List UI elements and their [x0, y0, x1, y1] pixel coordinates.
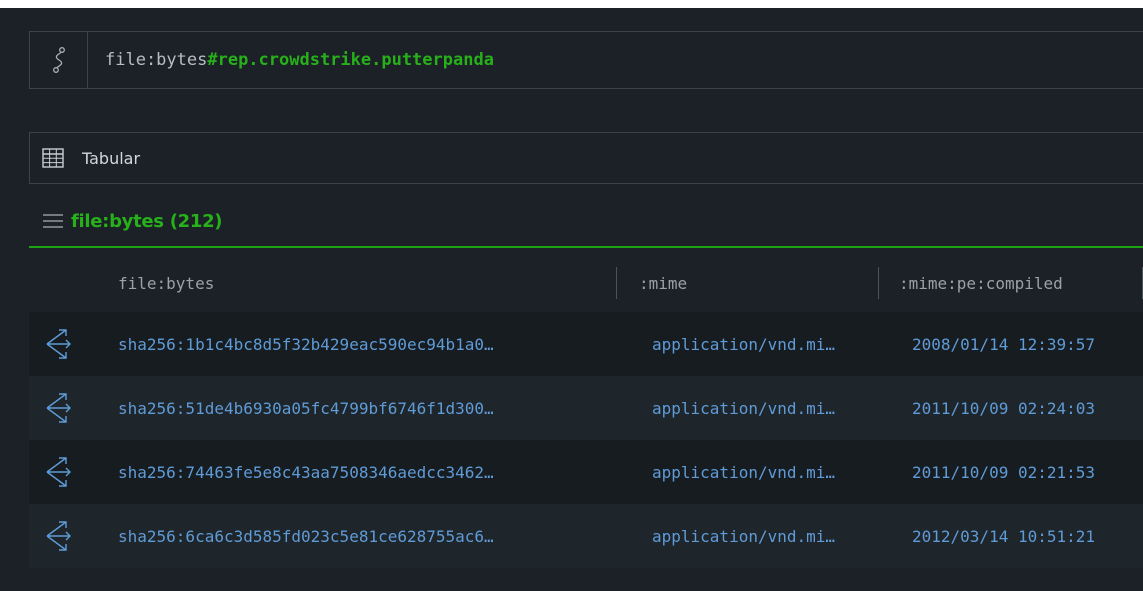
explore-icon	[46, 329, 71, 359]
results-table: file:bytes :mime :mime:pe:compiled sha25…	[29, 254, 1143, 568]
cell-compiled[interactable]: 2011/10/09 02:24:03	[887, 399, 1143, 418]
result-header: file:bytes (212)	[29, 196, 1143, 248]
table-icon	[42, 148, 64, 168]
cell-mime[interactable]: application/vnd.mi…	[625, 399, 887, 418]
cell-file-bytes[interactable]: sha256:51de4b6930a05fc4799bf6746f1d300…	[89, 399, 625, 418]
cell-file-bytes[interactable]: sha256:1b1c4bc8d5f32b429eac590ec94b1a0…	[89, 335, 625, 354]
explore-node-button[interactable]	[29, 327, 89, 361]
column-label: :mime:pe:compiled	[899, 273, 1063, 293]
column-resize-handle[interactable]	[616, 267, 617, 299]
cell-compiled[interactable]: 2008/01/14 12:39:57	[887, 335, 1143, 354]
explore-icon	[46, 393, 71, 423]
storm-query-icon	[52, 47, 65, 73]
cell-mime[interactable]: application/vnd.mi…	[625, 463, 887, 482]
column-label: :mime	[639, 273, 688, 293]
column-resize-handle[interactable]	[878, 267, 879, 299]
table-row[interactable]: sha256:74463fe5e8c43aa7508346aedcc3462… …	[29, 440, 1143, 504]
table-row[interactable]: sha256:1b1c4bc8d5f32b429eac590ec94b1a0… …	[29, 312, 1143, 376]
cell-compiled[interactable]: 2012/03/14 10:51:21	[887, 527, 1143, 546]
query-input[interactable]: file:bytes#rep.crowdstrike.putterpanda	[88, 50, 494, 70]
query-tag: #rep.crowdstrike.putterpanda	[207, 50, 494, 70]
column-header-mime-pe-compiled[interactable]: :mime:pe:compiled	[887, 254, 1143, 312]
table-row[interactable]: sha256:6ca6c3d585fd023c5e81ce628755ac6… …	[29, 504, 1143, 568]
explore-node-button[interactable]	[29, 519, 89, 553]
menu-icon[interactable]	[43, 213, 63, 229]
explore-node-button[interactable]	[29, 455, 89, 489]
table-header: file:bytes :mime :mime:pe:compiled	[29, 254, 1143, 312]
query-bar[interactable]: file:bytes#rep.crowdstrike.putterpanda	[29, 31, 1143, 89]
column-header-mime[interactable]: :mime	[625, 254, 887, 312]
header-icon-column	[29, 254, 89, 312]
view-selector[interactable]: Tabular	[29, 132, 1143, 184]
explore-node-button[interactable]	[29, 391, 89, 425]
view-label: Tabular	[82, 148, 141, 168]
query-form: file:bytes	[105, 50, 208, 70]
table-row[interactable]: sha256:51de4b6930a05fc4799bf6746f1d300… …	[29, 376, 1143, 440]
cell-file-bytes[interactable]: sha256:6ca6c3d585fd023c5e81ce628755ac6…	[89, 527, 625, 546]
explore-icon	[46, 521, 71, 551]
query-mode-button[interactable]	[30, 32, 88, 88]
explore-icon	[46, 457, 71, 487]
cell-compiled[interactable]: 2011/10/09 02:21:53	[887, 463, 1143, 482]
cell-mime[interactable]: application/vnd.mi…	[625, 527, 887, 546]
column-label: file:bytes	[118, 273, 215, 293]
storm-results-page: file:bytes#rep.crowdstrike.putterpanda T…	[0, 0, 1143, 591]
top-window-edge	[0, 0, 1143, 8]
column-header-file-bytes[interactable]: file:bytes	[89, 254, 625, 312]
cell-file-bytes[interactable]: sha256:74463fe5e8c43aa7508346aedcc3462…	[89, 463, 625, 482]
result-title[interactable]: file:bytes (212)	[71, 211, 223, 232]
cell-mime[interactable]: application/vnd.mi…	[625, 335, 887, 354]
